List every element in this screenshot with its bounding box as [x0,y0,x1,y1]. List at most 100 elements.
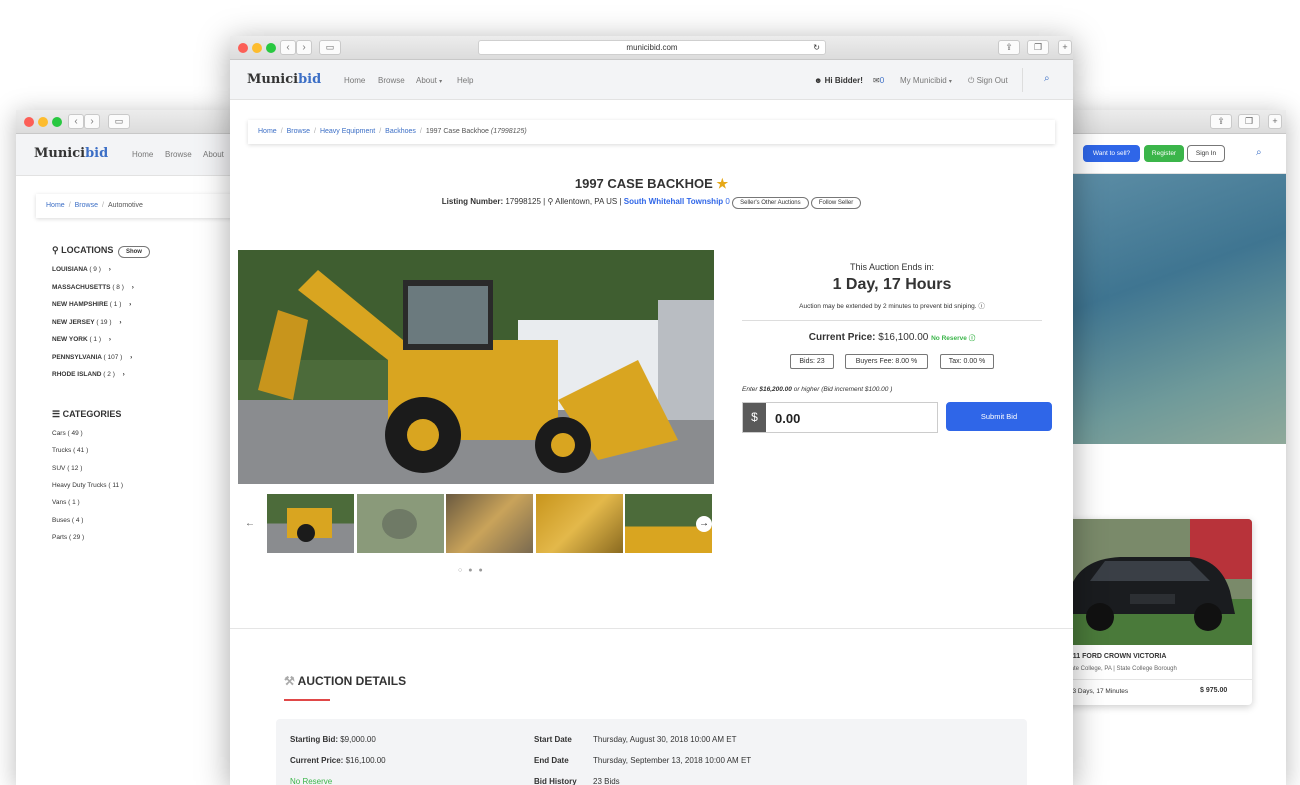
category-item[interactable]: Heavy Duty Trucks ( 11 ) [52,482,123,489]
sidebar-toggle-icon[interactable]: ▭ [319,40,341,55]
nav-browse[interactable]: Browse [378,76,405,85]
nav-help[interactable]: Help [457,76,473,85]
category-item[interactable]: Vans ( 1 ) [52,499,80,506]
nav-browse[interactable]: Browse [165,150,192,159]
crumb-category[interactable]: Heavy Equipment [320,128,375,135]
star-icon[interactable]: ★ [716,176,728,191]
category-item[interactable]: Parts ( 29 ) [52,534,84,541]
forward-button[interactable]: › [84,114,100,129]
card-title[interactable]: 2011 FORD CROWN VICTORIA [1065,653,1166,660]
left-browser-window: ‹ › ▭ Municibid Home Browse About Home / B… [16,110,240,785]
carousel-dot-3[interactable]: ● [478,567,488,574]
details-current-price: Current Price: $16,100.00 [290,756,386,765]
user-icon: ☻ [814,76,823,85]
crumb-current: Automotive [107,202,143,209]
tabs-icon[interactable]: ❐ [1027,40,1049,55]
new-tab-icon[interactable]: + [1058,40,1072,55]
close-dot[interactable] [238,43,248,53]
want-to-sell-button[interactable]: Want to sell? [1083,145,1140,162]
location-item[interactable]: MASSACHUSETTS ( 8 ) › [52,284,134,291]
back-button[interactable]: ‹ [68,114,84,129]
ends-label: This Auction Ends in: [849,262,935,272]
location-item[interactable]: NEW YORK ( 1 ) › [52,336,111,343]
left-browser-chrome: ‹ › ▭ [16,110,240,134]
nav-about[interactable]: About ▾ [416,76,442,85]
bid-input-group: $ 0.00 [742,402,938,433]
back-button[interactable]: ‹ [280,40,296,55]
category-item[interactable]: Cars ( 49 ) [52,430,83,437]
seller-link[interactable]: South Whitehall Township [624,197,723,206]
share-icon[interactable]: ⇪ [998,40,1020,55]
main-navbar: Municibid Home Browse About ▾ Help ☻ Hi … [230,60,1073,100]
minimize-dot[interactable] [252,43,262,53]
power-icon: ⏻ [968,76,975,85]
nav-home[interactable]: Home [132,150,153,159]
card-price: $ 975.00 [1200,687,1228,694]
maximize-dot[interactable] [52,117,62,127]
register-button[interactable]: Register [1144,145,1184,162]
carousel-dot-1[interactable]: ○ [458,567,468,574]
tabs-icon[interactable]: ❐ [1238,114,1260,129]
categories-heading: ☰ CATEGORIES [52,409,122,419]
crumb-current: 1997 Case Backhoe (17998125) [425,128,527,135]
follow-seller-button[interactable]: Follow Seller [810,197,862,209]
bid-history-count[interactable]: 23 Bids [593,777,620,785]
maximize-dot[interactable] [266,43,276,53]
minimize-dot[interactable] [38,117,48,127]
crumb-home[interactable]: Home [46,202,65,209]
carousel-dot-2[interactable]: ● [468,567,478,574]
thumbnail-4[interactable] [536,494,623,553]
crumb-browse[interactable]: Browse [75,202,98,209]
user-greeting[interactable]: ☻ Hi Bidder! [814,76,863,85]
car-photo [1060,519,1252,645]
location-item[interactable]: PENNSYLVANIA ( 107 ) › [52,354,132,361]
sign-in-button[interactable]: Sign In [1187,145,1225,162]
category-item[interactable]: Buses ( 4 ) [52,517,83,524]
nav-home[interactable]: Home [344,76,365,85]
right-browser-chrome: ⇪ ❐ + [1060,110,1286,134]
locations-show-button[interactable]: Show [117,246,150,258]
seller-other-auctions-button[interactable]: Seller's Other Auctions [732,197,809,209]
thumbnail-2[interactable] [357,494,444,553]
bids-count-badge: Bids: 23 [790,354,834,369]
seller-count: 0 [725,197,730,206]
details-no-reserve: No Reserve [290,777,333,785]
new-tab-icon[interactable]: + [1268,114,1282,129]
location-item[interactable]: NEW HAMPSHIRE ( 1 ) › [52,301,131,308]
category-item[interactable]: SUV ( 12 ) [52,465,82,472]
crumb-browse[interactable]: Browse [287,128,310,135]
close-dot[interactable] [24,117,34,127]
sidebar-toggle-icon[interactable]: ▭ [108,114,130,129]
chevron-left-icon[interactable]: ← [242,516,258,532]
messages-link[interactable]: ✉0 [873,76,884,85]
share-icon[interactable]: ⇪ [1210,114,1232,129]
location-item[interactable]: NEW JERSEY ( 19 ) › [52,319,121,326]
search-icon[interactable]: ⌕ [1256,147,1262,158]
listing-meta: Listing Number: 17998125 | ⚲ Allentown, … [230,197,1073,209]
help-icon[interactable]: ⓘ [978,303,985,310]
submit-bid-button[interactable]: Submit Bid [946,402,1052,431]
crumb-subcategory[interactable]: Backhoes [385,128,416,135]
chevron-right-icon[interactable]: → [696,516,712,532]
address-bar[interactable]: municibid.com ↻ [478,40,826,55]
search-icon[interactable]: ⌕ [1044,73,1050,84]
envelope-icon: ✉ [873,76,880,85]
category-item[interactable]: Trucks ( 41 ) [52,447,88,454]
sign-out-link[interactable]: ⏻ Sign Out [968,76,1008,86]
thumbnail-1[interactable] [267,494,354,553]
location-item[interactable]: RHODE ISLAND ( 2 ) › [52,371,125,378]
crumb-home[interactable]: Home [258,128,277,135]
forward-button[interactable]: › [296,40,312,55]
main-listing-photo[interactable] [238,250,714,484]
nav-about[interactable]: About [203,150,224,159]
my-municibid-menu[interactable]: My Municibid ▾ [900,76,952,85]
location-item[interactable]: LOUISIANA ( 9 ) › [52,266,111,273]
site-logo[interactable]: Municibid [247,72,321,87]
site-logo[interactable]: Municibid [34,146,108,161]
card-location: State College, PA | State College Boroug… [1065,666,1177,672]
reload-icon[interactable]: ↻ [813,41,820,54]
breadcrumb: Home / Browse / Automotive [36,194,240,218]
thumbnail-3[interactable] [446,494,533,553]
bid-amount-input[interactable]: 0.00 [775,411,800,426]
listing-card[interactable]: 2011 FORD CROWN VICTORIA State College, … [1060,519,1252,705]
